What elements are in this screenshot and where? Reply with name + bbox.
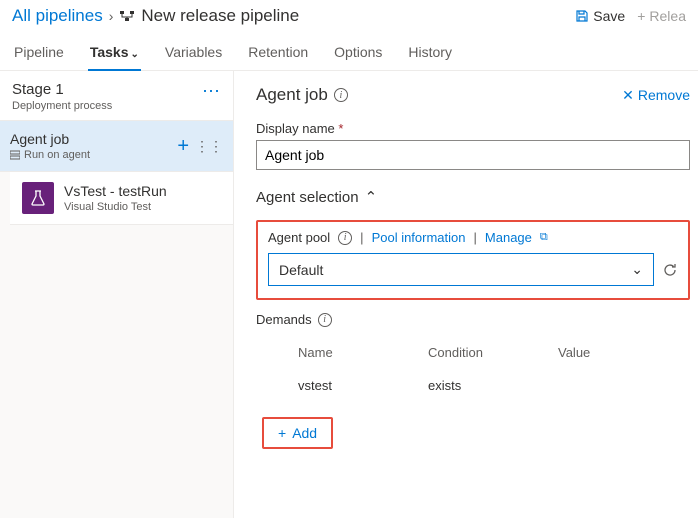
agent-job-subtitle: Run on agent: [24, 149, 90, 161]
panel-title: Agent job i: [256, 85, 348, 105]
flask-icon: [22, 182, 54, 214]
add-task-button[interactable]: +: [177, 135, 189, 158]
chevron-down-icon: ⌄: [631, 261, 643, 278]
remove-button[interactable]: ✕ Remove: [622, 87, 690, 104]
pipeline-icon: [119, 8, 135, 24]
stage-header[interactable]: Stage 1 Deployment process ⋯: [0, 71, 233, 121]
plus-icon: +: [278, 425, 286, 441]
display-name-input[interactable]: [256, 140, 690, 170]
chevron-down-icon: ⌄: [131, 49, 139, 60]
tab-tasks[interactable]: Tasks⌄: [88, 38, 141, 70]
breadcrumb-root-link[interactable]: All pipelines: [12, 6, 103, 26]
pool-information-link[interactable]: Pool information: [372, 230, 466, 245]
sidebar-item-agent-job[interactable]: Agent job Run on agent + ⋮⋮: [0, 121, 233, 172]
task-subtitle: Visual Studio Test: [64, 201, 167, 213]
stage-title: Stage 1: [12, 81, 112, 98]
display-name-label: Display name *: [256, 121, 690, 136]
external-link-icon: ⧉: [540, 231, 548, 244]
table-header-name: Name: [268, 345, 428, 360]
server-icon: [10, 150, 20, 160]
stage-subtitle: Deployment process: [12, 100, 112, 112]
tab-bar: Pipeline Tasks⌄ Variables Retention Opti…: [0, 30, 698, 71]
save-icon: [575, 9, 589, 23]
info-icon[interactable]: i: [334, 88, 348, 102]
table-header-condition: Condition: [428, 345, 558, 360]
save-button[interactable]: Save: [575, 8, 625, 24]
sidebar: Stage 1 Deployment process ⋯ Agent job R…: [0, 71, 234, 518]
breadcrumb: All pipelines › New release pipeline: [12, 6, 575, 26]
drag-handle-icon[interactable]: ⋮⋮: [195, 143, 223, 149]
plus-icon: +: [637, 8, 645, 24]
task-title: VsTest - testRun: [64, 183, 167, 199]
demand-name-cell: vstest: [268, 378, 428, 393]
demand-value-cell: [558, 378, 678, 393]
info-icon[interactable]: i: [338, 231, 352, 245]
more-options-button[interactable]: ⋯: [202, 81, 221, 102]
chevron-right-icon: ›: [109, 8, 114, 24]
agent-pool-highlight: Agent pool i | Pool information | Manage…: [256, 220, 690, 300]
sidebar-item-vstest-task[interactable]: VsTest - testRun Visual Studio Test: [10, 172, 233, 225]
table-header-row: Name Condition Value: [256, 337, 690, 368]
tab-pipeline[interactable]: Pipeline: [12, 38, 66, 70]
details-panel: Agent job i ✕ Remove Display name * Agen…: [234, 71, 698, 518]
agent-selection-section-toggle[interactable]: Agent selection ⌃: [256, 188, 690, 206]
table-header-value: Value: [558, 345, 678, 360]
demands-label: Demands i: [256, 312, 690, 327]
info-icon[interactable]: i: [318, 313, 332, 327]
agent-pool-select[interactable]: Default ⌄: [268, 253, 654, 286]
tab-options[interactable]: Options: [332, 38, 384, 70]
header-actions: Save + Relea: [575, 8, 686, 24]
tab-history[interactable]: History: [406, 38, 454, 70]
release-label: Relea: [649, 8, 686, 24]
demand-condition-cell: exists: [428, 378, 558, 393]
tab-variables[interactable]: Variables: [163, 38, 224, 70]
main-content: Stage 1 Deployment process ⋯ Agent job R…: [0, 71, 698, 518]
agent-job-title: Agent job: [10, 131, 90, 147]
add-demand-button[interactable]: + Add: [262, 417, 333, 449]
page-title: New release pipeline: [141, 6, 299, 26]
create-release-button: + Relea: [637, 8, 686, 24]
agent-pool-label: Agent pool: [268, 230, 330, 245]
save-label: Save: [593, 8, 625, 24]
table-row[interactable]: vstest exists: [256, 368, 690, 403]
tab-retention[interactable]: Retention: [246, 38, 310, 70]
refresh-button[interactable]: [662, 262, 678, 278]
manage-link[interactable]: Manage: [485, 230, 532, 245]
chevron-up-icon: ⌃: [365, 188, 378, 206]
page-header: All pipelines › New release pipeline Sav…: [0, 0, 698, 30]
close-icon: ✕: [622, 87, 634, 104]
demands-table: Name Condition Value vstest exists: [256, 337, 690, 403]
